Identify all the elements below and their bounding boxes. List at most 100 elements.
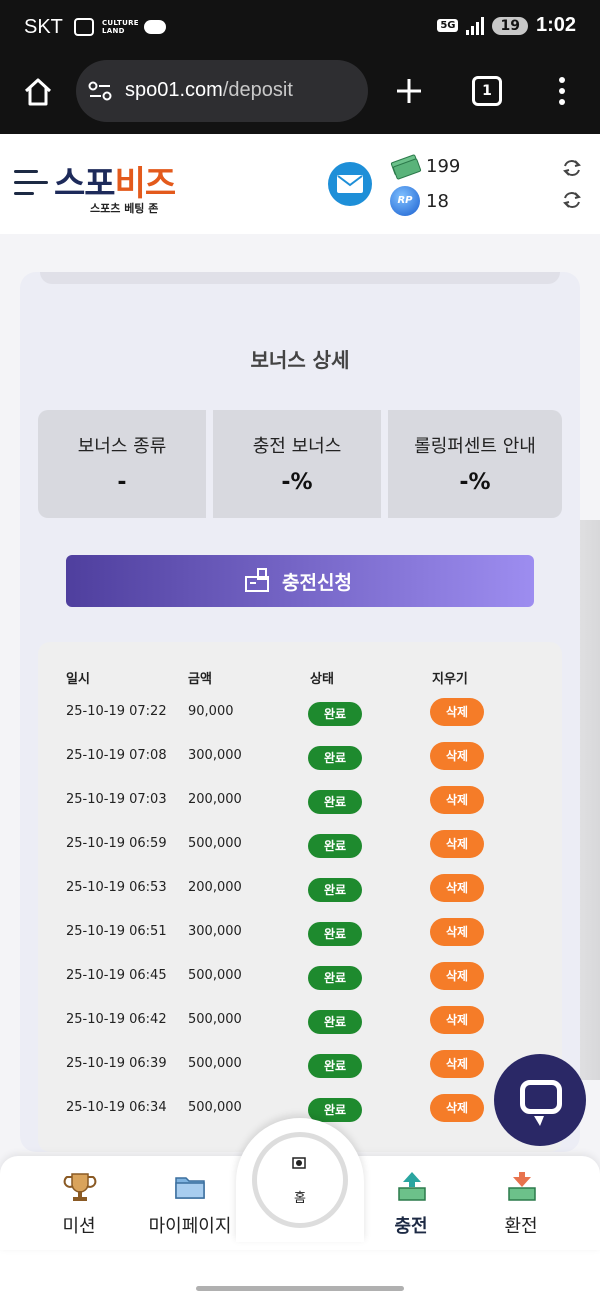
status-badge: 완료 [308,1054,362,1078]
delete-button[interactable]: 삭제 [430,918,484,946]
header-date: 일시 [66,672,90,687]
row-date: 25-10-19 07:03 [66,792,167,807]
carrier-label: SKT [24,16,63,38]
nav-deposit[interactable]: 충전 [356,1156,466,1250]
row-amount: 500,000 [188,1100,242,1115]
deposit-icon [245,568,269,592]
nav-mypage[interactable]: 마이페이지 [134,1156,246,1250]
money-value: 199 [426,155,461,177]
home-logo-icon [292,1157,306,1169]
nav-mission-label: 미션 [62,1216,96,1237]
deposit-request-label: 충전신청 [282,572,352,594]
table-row: 25-10-19 07:08 300,000 완료 삭제 [38,738,562,778]
nav-home[interactable]: 홈 [236,1118,364,1242]
status-badge: 완료 [308,1098,362,1122]
status-badge: 완료 [308,922,362,946]
card-handle [40,272,560,284]
status-badge: 완료 [308,746,362,770]
status-icons-right: 5G 19 1:02 [437,14,576,37]
nav-withdraw-label: 환전 [504,1216,538,1237]
gesture-bar[interactable] [196,1286,404,1291]
status-badge: 완료 [308,790,362,814]
hamburger-menu-icon[interactable] [14,170,48,200]
signal-icon [466,16,485,35]
url-host: spo01.com [125,79,223,101]
row-date: 25-10-19 06:45 [66,968,167,983]
site-info-icon[interactable] [88,80,112,102]
network-type: 5G [437,19,459,32]
money-balance: 199 [390,153,461,181]
deposit-bonus-label: 충전 보너스 [252,436,342,457]
row-date: 25-10-19 07:22 [66,704,167,719]
home-icon[interactable] [22,76,54,108]
mail-icon[interactable] [328,162,372,206]
delete-button[interactable]: 삭제 [430,830,484,858]
tab-switcher-button[interactable]: 1 [472,76,502,106]
nav-withdraw[interactable]: 환전 [466,1156,576,1250]
header-status: 상태 [310,672,334,687]
delete-button[interactable]: 삭제 [430,742,484,770]
table-row: 25-10-19 07:22 90,000 완료 삭제 [38,694,562,734]
table-row: 25-10-19 06:42 500,000 완료 삭제 [38,1002,562,1042]
bonus-type-value: - [117,470,127,495]
row-date: 25-10-19 07:08 [66,748,167,763]
status-bar: SKT CULTURE LAND 5G 19 1:02 [0,0,600,56]
rp-value: 18 [426,190,449,212]
new-tab-icon[interactable] [394,76,424,106]
deposit-card: 보너스 상세 보너스 종류 - 충전 보너스 -% 롤링퍼센트 안내 -% 충전… [20,272,580,1152]
folder-icon [175,1177,205,1199]
status-badge: 완료 [308,878,362,902]
status-badge: 완료 [308,1010,362,1034]
withdraw-money-icon [508,1172,536,1201]
rolling-percent-box: 롤링퍼센트 안내 -% [388,410,562,518]
cloud-icon [144,20,166,34]
delete-button[interactable]: 삭제 [430,1006,484,1034]
row-amount: 500,000 [188,968,242,983]
site-logo[interactable]: 스포비즈 스포츠 베팅 존 [54,156,204,216]
chat-icon [520,1080,562,1114]
culture-land-icon: CULTURE LAND [102,19,139,35]
header-delete: 지우기 [432,672,468,687]
row-date: 25-10-19 06:51 [66,924,167,939]
logo-text: 스포비즈 [54,156,204,205]
money-icon [390,153,422,181]
address-bar[interactable]: spo01.com/deposit [76,60,368,122]
row-amount: 300,000 [188,924,242,939]
delete-button[interactable]: 삭제 [430,1094,484,1122]
row-date: 25-10-19 06:59 [66,836,167,851]
bonus-type-box: 보너스 종류 - [38,410,206,518]
delete-button[interactable]: 삭제 [430,962,484,990]
rolling-percent-value: -% [459,470,491,495]
status-icons-left: CULTURE LAND [74,18,166,36]
row-date: 25-10-19 06:42 [66,1012,167,1027]
refresh-rp-icon[interactable] [562,190,582,210]
site-header: 스포비즈 스포츠 베팅 존 199 RP 18 [0,134,600,234]
rp-balance: RP 18 [390,186,449,216]
browser-toolbar: spo01.com/deposit 1 [0,56,600,134]
chat-support-button[interactable] [494,1054,586,1146]
delete-button[interactable]: 삭제 [430,698,484,726]
refresh-money-icon[interactable] [562,158,582,178]
deposit-request-button[interactable]: 충전신청 [66,555,534,607]
deposit-bonus-value: -% [281,470,313,495]
deposit-money-icon [398,1172,426,1201]
url-text[interactable]: spo01.com/deposit [125,79,293,102]
row-amount: 500,000 [188,1012,242,1027]
rolling-percent-label: 롤링퍼센트 안내 [414,436,536,457]
home-button[interactable]: 홈 [252,1132,348,1228]
row-amount: 200,000 [188,792,242,807]
delete-button[interactable]: 삭제 [430,874,484,902]
bottom-safe-area [0,1250,600,1300]
row-date: 25-10-19 06:53 [66,880,167,895]
nav-mission[interactable]: 미션 [24,1156,134,1250]
bonus-title: 보너스 상세 [250,348,350,372]
delete-button[interactable]: 삭제 [430,1050,484,1078]
row-amount: 500,000 [188,836,242,851]
delete-button[interactable]: 삭제 [430,786,484,814]
status-badge: 완료 [308,834,362,858]
more-menu-icon[interactable] [552,76,572,106]
table-row: 25-10-19 06:59 500,000 완료 삭제 [38,826,562,866]
status-badge: 완료 [308,966,362,990]
nav-deposit-label: 충전 [394,1216,428,1237]
table-row: 25-10-19 06:45 500,000 완료 삭제 [38,958,562,998]
